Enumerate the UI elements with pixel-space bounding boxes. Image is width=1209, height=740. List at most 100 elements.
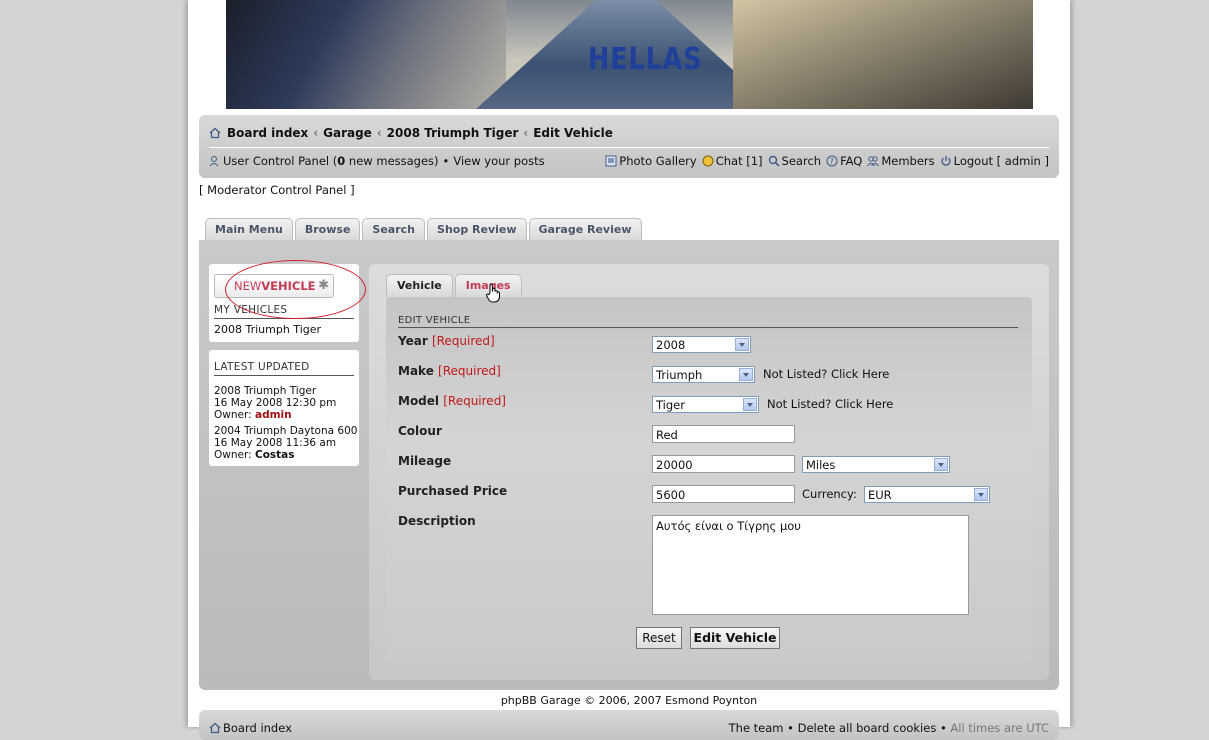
ucp-prefix: User Control Panel ( [223, 154, 338, 168]
svg-text:?: ? [830, 157, 834, 166]
photo-gallery-link[interactable]: Photo Gallery [605, 154, 697, 168]
latest-date: 16 May 2008 12:30 pm [214, 397, 337, 409]
user-control-panel-link[interactable]: User Control Panel (0 new messages) [223, 154, 439, 168]
description-label: Description [398, 514, 476, 528]
moderator-control-panel-link[interactable]: [ Moderator Control Panel ] [199, 183, 355, 197]
user-icon [209, 156, 219, 167]
star-icon: ✱ [318, 278, 329, 293]
mileage-unit-value: Miles [806, 458, 836, 472]
my-vehicles-box: NEWVEHICLE ✱ MY VEHICLES 2008 Triumph Ti… [209, 264, 359, 342]
tab-shop-review[interactable]: Shop Review [427, 218, 527, 241]
make-value: Triumph [656, 368, 703, 382]
reset-button[interactable]: Reset [636, 627, 682, 649]
make-select[interactable]: Triumph [652, 366, 755, 383]
year-value: 2008 [656, 338, 686, 352]
new-vehicle-button[interactable]: NEWVEHICLE ✱ [214, 274, 334, 298]
site-logo: HELLAS [588, 42, 703, 77]
faq-link[interactable]: ? FAQ [826, 154, 862, 168]
my-vehicles-heading: MY VEHICLES [214, 304, 354, 319]
tab-vehicle[interactable]: Vehicle [386, 274, 453, 297]
navbar-divider [209, 147, 1049, 148]
owner-link[interactable]: Costas [255, 449, 295, 461]
banner-motorcycle-image [226, 0, 506, 109]
model-label-text: Model [398, 394, 440, 408]
chat-label: Chat [1] [715, 154, 763, 168]
logout-link[interactable]: Logout [ admin ] [940, 154, 1049, 168]
latest-vehicle-link[interactable]: 2004 Triumph Daytona 600 [214, 425, 357, 437]
breadcrumb-separator: ‹ [376, 126, 382, 140]
tab-main-menu[interactable]: Main Menu [205, 218, 293, 241]
make-not-listed-link[interactable]: Not Listed? Click Here [763, 367, 889, 381]
footer-credit: phpBB Garage © 2006, 2007 Esmond Poynton [500, 694, 758, 707]
home-icon [209, 127, 221, 139]
owner-label: Owner: [214, 409, 255, 421]
garage-main-panel: NEWVEHICLE ✱ MY VEHICLES 2008 Triumph Ti… [199, 240, 1059, 690]
bottom-navbar: Board index The team • Delete all board … [199, 710, 1059, 740]
model-select[interactable]: Tiger [652, 396, 759, 413]
breadcrumb-vehicle[interactable]: 2008 Triumph Tiger [387, 126, 519, 140]
tab-search[interactable]: Search [362, 218, 426, 241]
mileage-field[interactable]: 20000 [652, 455, 795, 473]
banner-gauge-image [733, 0, 1033, 109]
site-banner[interactable]: HELLAS [226, 0, 1033, 109]
logout-label: Logout [ admin ] [953, 154, 1049, 168]
my-vehicle-link[interactable]: 2008 Triumph Tiger [214, 323, 321, 336]
site-links: Photo Gallery Chat [1] Search ? FAQ Membe… [605, 154, 1049, 168]
members-link[interactable]: Members [867, 154, 935, 168]
members-label: Members [881, 154, 935, 168]
link-separator: • [442, 154, 450, 168]
bottom-breadcrumb: Board index [209, 721, 292, 735]
bottom-team-cookies-links[interactable]: The team • Delete all board cookies • [729, 721, 947, 735]
new-vehicle-word: VEHICLE [261, 279, 316, 293]
owner-label: Owner: [214, 449, 255, 461]
make-label: Make [Required] [398, 364, 501, 378]
year-select[interactable]: 2008 [652, 336, 751, 353]
form-tabs: Vehicle Images [386, 274, 522, 297]
breadcrumb-edit-vehicle[interactable]: Edit Vehicle [533, 126, 613, 140]
description-textarea[interactable]: Αυτός είναι ο Τίγρης μου [652, 515, 969, 615]
latest-updated-heading: LATEST UPDATED [214, 361, 354, 376]
new-vehicle-prefix: NEW [234, 279, 262, 293]
edit-vehicle-panel: Vehicle Images EDIT VEHICLE Year [Requir… [369, 264, 1049, 680]
hand-pointer-icon [486, 283, 500, 303]
required-marker: [Required] [438, 364, 501, 378]
chat-link[interactable]: Chat [1] [702, 154, 763, 168]
tab-garage-review[interactable]: Garage Review [528, 218, 642, 241]
breadcrumb-garage[interactable]: Garage [323, 126, 372, 140]
bottom-board-index-link[interactable]: Board index [223, 721, 292, 735]
make-label-text: Make [398, 364, 434, 378]
price-field[interactable]: 5600 [652, 485, 795, 503]
colour-field[interactable]: Red [652, 425, 795, 443]
faq-label: FAQ [840, 154, 863, 168]
latest-item: 2004 Triumph Daytona 600 16 May 2008 11:… [214, 425, 357, 461]
power-icon [941, 156, 951, 166]
latest-vehicle-link[interactable]: 2008 Triumph Tiger [214, 385, 336, 397]
model-value: Tiger [656, 398, 685, 412]
ucp-suffix: new messages) [345, 154, 439, 168]
garage-tabs: Main Menu Browse Search Shop Review Gara… [205, 218, 642, 241]
owner-link[interactable]: admin [255, 409, 292, 421]
currency-select[interactable]: EUR [864, 486, 990, 503]
latest-updated-box: LATEST UPDATED 2008 Triumph Tiger 16 May… [209, 350, 359, 466]
breadcrumb: Board index ‹ Garage ‹ 2008 Triumph Tige… [209, 126, 613, 140]
search-link[interactable]: Search [768, 154, 822, 168]
breadcrumb-board-index[interactable]: Board index [227, 126, 308, 140]
breadcrumb-separator: ‹ [313, 126, 319, 140]
search-label: Search [781, 154, 822, 168]
required-marker: [Required] [443, 394, 506, 408]
home-icon [209, 722, 221, 734]
currency-value: EUR [868, 488, 892, 502]
latest-owner-line: Owner: Costas [214, 449, 357, 461]
chevron-down-icon [974, 488, 988, 501]
user-links: User Control Panel (0 new messages) • Vi… [209, 154, 545, 168]
mileage-unit-select[interactable]: Miles [802, 456, 950, 473]
tab-browse[interactable]: Browse [294, 218, 361, 241]
price-label: Purchased Price [398, 484, 508, 498]
edit-vehicle-button[interactable]: Edit Vehicle [690, 627, 780, 649]
chevron-down-icon [934, 458, 948, 471]
edit-vehicle-form: EDIT VEHICLE Year [Required] 2008 Make [… [386, 297, 1032, 663]
year-label: Year [Required] [398, 334, 495, 348]
model-label: Model [Required] [398, 394, 506, 408]
view-posts-link[interactable]: View your posts [453, 154, 544, 168]
model-not-listed-link[interactable]: Not Listed? Click Here [767, 397, 893, 411]
